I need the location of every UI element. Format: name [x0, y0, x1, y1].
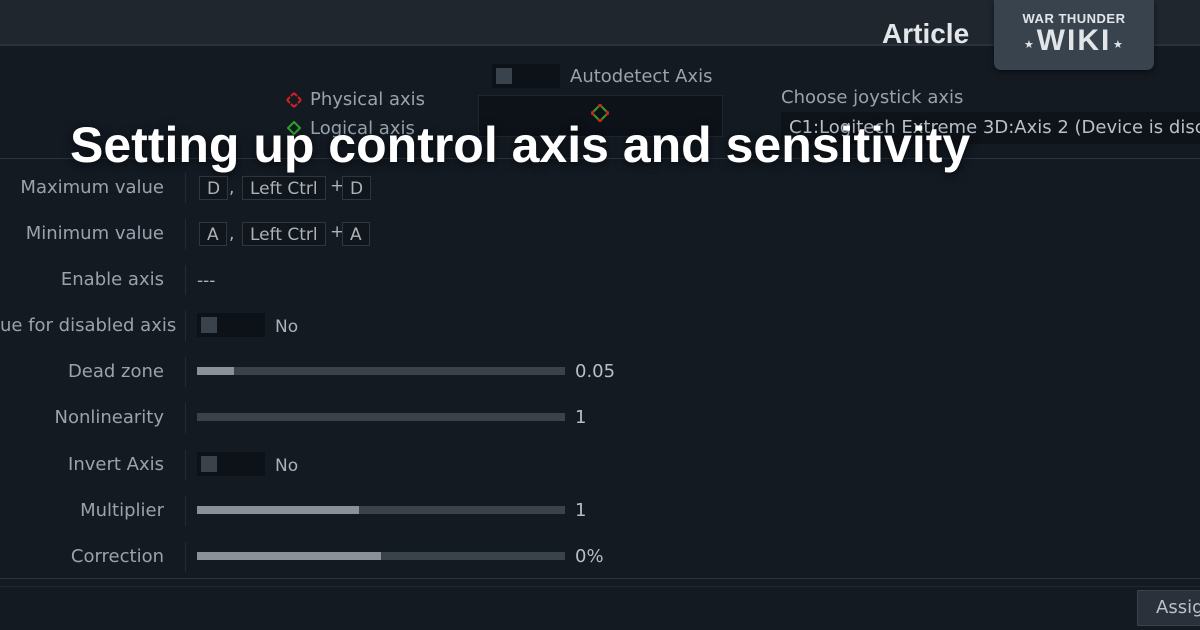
invert-axis-label: Invert Axis [68, 454, 164, 475]
wiki-logo[interactable]: WAR THUNDER WIKI ★ ★ [994, 0, 1154, 70]
footer-divider [0, 578, 1200, 579]
dead-zone-value: 0.05 [575, 361, 616, 382]
choose-joystick-axis-label: Choose joystick axis [781, 87, 964, 108]
nonlinearity-value: 1 [575, 407, 587, 428]
invert-axis-toggle[interactable] [197, 452, 265, 476]
dead-zone-label: Dead zone [67, 361, 164, 382]
correction-slider[interactable] [197, 552, 565, 560]
multiplier-slider[interactable] [197, 506, 565, 514]
invert-axis-value: No [275, 456, 299, 476]
row-separator [185, 450, 186, 480]
key-d[interactable]: D [342, 176, 372, 200]
row-separator [185, 496, 186, 526]
slider-fill [197, 506, 359, 514]
toggle-knob [201, 456, 217, 472]
key-d[interactable]: D [199, 176, 229, 200]
dead-zone-slider[interactable] [197, 367, 565, 375]
key-a[interactable]: A [199, 222, 227, 246]
article-link[interactable]: Article [882, 18, 969, 50]
enable-axis-label: Enable axis [60, 269, 164, 290]
key-separator: , [229, 178, 235, 198]
key-separator: , [229, 224, 235, 244]
row-separator [185, 311, 186, 341]
row-separator [185, 403, 186, 433]
correction-value: 0% [575, 546, 604, 567]
autodetect-axis-toggle[interactable] [492, 64, 560, 88]
row-separator [185, 357, 186, 387]
star-icon: ★ [1113, 38, 1123, 51]
slider-fill [197, 552, 381, 560]
key-a[interactable]: A [342, 222, 370, 246]
row-separator [185, 265, 186, 295]
assign-button[interactable]: Assign [1137, 590, 1200, 626]
logo-wiki-text: WIKI [1036, 24, 1112, 57]
key-left-ctrl[interactable]: Left Ctrl [242, 222, 326, 246]
enable-axis-value[interactable]: --- [197, 271, 215, 291]
toggle-knob [496, 68, 512, 84]
key-left-ctrl[interactable]: Left Ctrl [242, 176, 326, 200]
min-value-label: Minimum value [25, 223, 164, 244]
row-separator [185, 173, 186, 203]
disabled-axis-label: ue for disabled axis [0, 315, 177, 336]
toggle-knob [201, 317, 217, 333]
physical-axis-label: Physical axis [310, 89, 426, 110]
row-separator [185, 219, 186, 249]
multiplier-value: 1 [575, 500, 587, 521]
row-separator [185, 542, 186, 572]
disabled-axis-toggle[interactable] [197, 313, 265, 337]
star-icon: ★ [1024, 38, 1034, 51]
nonlinearity-slider[interactable] [197, 413, 565, 421]
page-title: Setting up control axis and sensitivity [70, 117, 971, 173]
correction-label: Correction [70, 546, 164, 567]
physical-axis-icon [286, 92, 302, 108]
max-value-label: Maximum value [20, 177, 164, 198]
multiplier-label: Multiplier [80, 500, 164, 521]
slider-fill [197, 367, 234, 375]
disabled-axis-value: No [275, 317, 299, 337]
footer-divider [0, 586, 1200, 587]
autodetect-axis-label: Autodetect Axis [570, 66, 713, 87]
nonlinearity-label: Nonlinearity [54, 407, 164, 428]
